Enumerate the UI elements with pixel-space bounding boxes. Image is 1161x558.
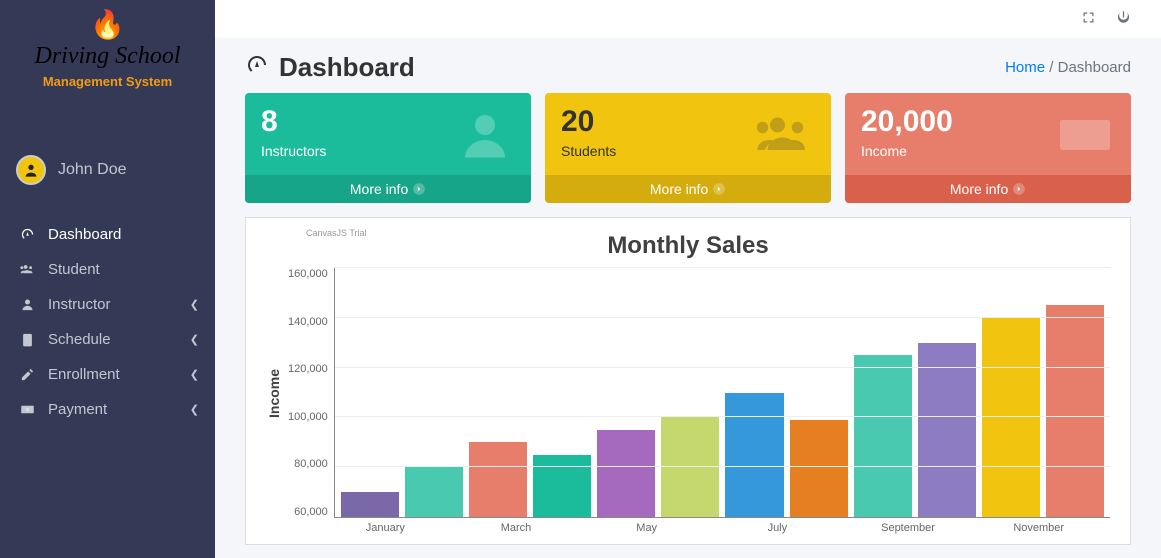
money-icon <box>16 402 38 417</box>
bar-july[interactable] <box>725 393 783 518</box>
pen-icon <box>16 367 38 382</box>
page-title: Dashboard <box>245 52 415 83</box>
brand-logo: 🔥 Driving School Management System <box>0 0 215 101</box>
ytick: 80,000 <box>288 458 328 470</box>
sidebar-item-enrollment[interactable]: Enrollment ❮ <box>0 357 215 392</box>
more-info-button[interactable]: More info <box>245 175 531 203</box>
stat-card-income: 20,000IncomeMore info <box>845 93 1131 203</box>
arrow-right-circle-icon <box>712 182 726 196</box>
user-panel[interactable]: John Doe <box>0 141 215 199</box>
xtick: May <box>581 522 712 534</box>
sidebar-item-label: Student <box>48 261 100 278</box>
gauge-icon <box>245 53 269 81</box>
topbar <box>215 0 1161 38</box>
bar-april[interactable] <box>533 455 591 517</box>
chart-panel: CanvasJS Trial Monthly Sales Income 160,… <box>245 217 1131 545</box>
breadcrumb: Home / Dashboard <box>1005 59 1131 76</box>
users-icon <box>16 262 38 277</box>
arrow-right-circle-icon <box>1012 182 1026 196</box>
bar-june[interactable] <box>661 417 719 517</box>
sidebar-item-label: Enrollment <box>48 366 120 383</box>
ytick: 120,000 <box>288 363 328 375</box>
stat-card-students: 20StudentsMore info <box>545 93 831 203</box>
flame-icon: 🔥 <box>90 9 125 40</box>
sidebar-item-label: Schedule <box>48 331 111 348</box>
power-icon <box>1116 10 1131 25</box>
money-icon <box>1055 103 1115 172</box>
user-icon <box>16 297 38 312</box>
chart-yaxis: 160,000 140,000 120,000 100,000 80,000 60,000 <box>282 268 334 518</box>
nav-menu: DashboardStudentInstructor❮Schedule❮Enro… <box>0 217 215 427</box>
ytick: 60,000 <box>288 506 328 518</box>
main-content: Dashboard Home / Dashboard 8InstructorsM… <box>215 0 1161 558</box>
gauge-icon <box>16 227 38 242</box>
user-icon <box>455 103 515 172</box>
avatar-icon <box>23 162 39 178</box>
chevron-left-icon: ❮ <box>190 403 199 416</box>
ytick: 160,000 <box>288 268 328 280</box>
xtick: November <box>973 522 1104 534</box>
page-title-text: Dashboard <box>279 52 415 83</box>
sidebar-item-label: Dashboard <box>48 226 121 243</box>
chart-area: Income 160,000 140,000 120,000 100,000 80,00… <box>266 268 1110 518</box>
breadcrumb-home[interactable]: Home <box>1005 59 1045 76</box>
sidebar-item-instructor[interactable]: Instructor ❮ <box>0 287 215 322</box>
xtick: September <box>843 522 974 534</box>
chart-title: Monthly Sales <box>266 232 1110 260</box>
users-icon <box>755 103 815 172</box>
xtick: January <box>320 522 451 534</box>
page-header: Dashboard Home / Dashboard <box>215 38 1161 93</box>
sidebar: 🔥 Driving School Management System John … <box>0 0 215 558</box>
power-button[interactable] <box>1116 10 1131 27</box>
chevron-left-icon: ❮ <box>190 333 199 346</box>
sidebar-item-label: Payment <box>48 401 107 418</box>
bar-september[interactable] <box>854 355 912 517</box>
bar-october[interactable] <box>918 343 976 517</box>
sidebar-item-schedule[interactable]: Schedule ❮ <box>0 322 215 357</box>
stat-card-instructors: 8InstructorsMore info <box>245 93 531 203</box>
sidebar-item-student[interactable]: Student <box>0 252 215 287</box>
sidebar-item-label: Instructor <box>48 296 111 313</box>
clipboard-icon <box>16 332 38 347</box>
brand-title: Driving School <box>10 43 205 70</box>
bar-march[interactable] <box>469 442 527 517</box>
xtick: July <box>712 522 843 534</box>
chart-plot <box>334 268 1110 518</box>
more-info-button[interactable]: More info <box>545 175 831 203</box>
sidebar-item-dashboard[interactable]: Dashboard <box>0 217 215 252</box>
more-info-button[interactable]: More info <box>845 175 1131 203</box>
expand-icon <box>1081 10 1096 25</box>
brand-subtitle: Management System <box>10 74 205 89</box>
bar-february[interactable] <box>405 467 463 517</box>
avatar <box>16 155 46 185</box>
bar-november[interactable] <box>982 318 1040 517</box>
ytick: 100,000 <box>288 411 328 423</box>
ytick: 140,000 <box>288 316 328 328</box>
xtick: March <box>451 522 582 534</box>
arrow-right-circle-icon <box>412 182 426 196</box>
sidebar-item-payment[interactable]: Payment ❮ <box>0 392 215 427</box>
bar-may[interactable] <box>597 430 655 517</box>
bar-august[interactable] <box>790 420 848 517</box>
fullscreen-button[interactable] <box>1081 10 1096 27</box>
user-name: John Doe <box>58 161 127 179</box>
bar-january[interactable] <box>341 492 399 517</box>
chart-ylabel: Income <box>266 268 282 518</box>
logo-image: 🔥 <box>90 8 125 41</box>
chart-xaxis: JanuaryMarchMayJulySeptemberNovember <box>314 518 1110 534</box>
chevron-left-icon: ❮ <box>190 298 199 311</box>
breadcrumb-current: Dashboard <box>1058 59 1131 76</box>
stat-cards: 8InstructorsMore info 20StudentsMore inf… <box>215 93 1161 217</box>
chevron-left-icon: ❮ <box>190 368 199 381</box>
bar-december[interactable] <box>1046 305 1104 517</box>
